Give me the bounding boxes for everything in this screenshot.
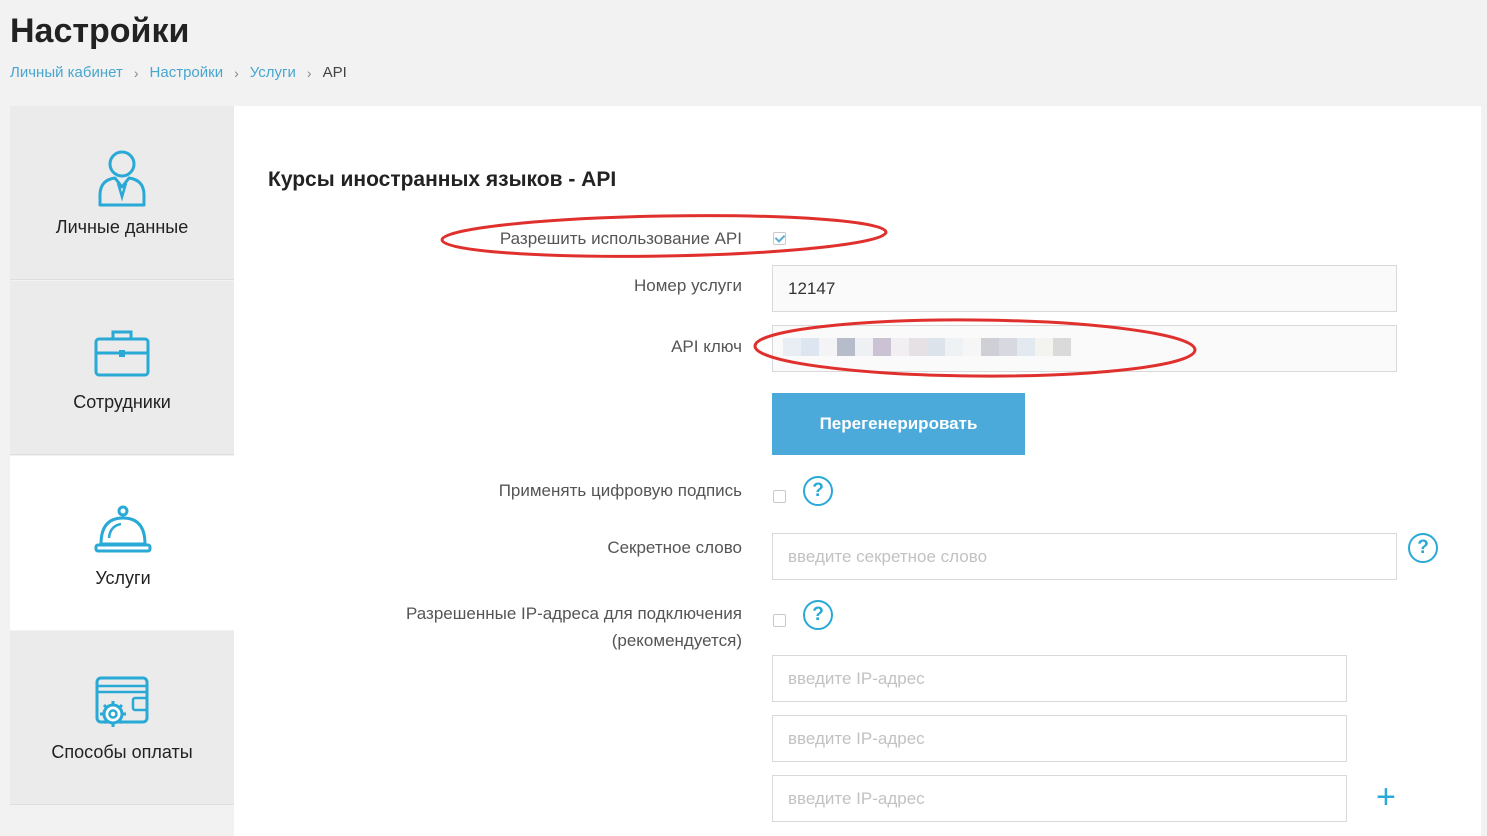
help-icon[interactable]: ?: [803, 600, 833, 630]
page-title: Настройки: [10, 12, 190, 50]
chevron-right-icon: ›: [133, 64, 139, 81]
sidebar-item-label: Личные данные: [55, 217, 189, 237]
wallet-gear-icon: [95, 676, 149, 727]
regenerate-button[interactable]: Перегенерировать: [772, 393, 1025, 455]
breadcrumb-current: API: [322, 64, 347, 81]
service-bell-icon: [94, 505, 152, 552]
breadcrumb-link-services[interactable]: Услуги: [250, 64, 296, 81]
ip-address-input[interactable]: введите IP-адрес: [772, 775, 1347, 822]
sidebar-item-label: Услуги: [95, 567, 151, 588]
sidebar-item-payment-methods[interactable]: Способы оплаты: [10, 631, 234, 805]
settings-panel: Курсы иностранных языков - API Разрешить…: [234, 106, 1481, 836]
help-icon[interactable]: ?: [1408, 533, 1438, 563]
breadcrumb-link-settings[interactable]: Настройки: [150, 64, 224, 81]
breadcrumb-link-cabinet[interactable]: Личный кабинет: [10, 64, 123, 81]
service-number-label: Номер услуги: [634, 276, 742, 295]
section-title: Курсы иностранных языков - API: [268, 168, 617, 191]
sidebar: Личные данные Сотрудники Услуги Способы …: [10, 106, 236, 836]
secret-word-input[interactable]: введите секретное слово: [772, 533, 1397, 580]
sidebar-item-label: Сотрудники: [73, 392, 171, 412]
allowed-ips-checkbox[interactable]: [773, 614, 786, 627]
allowed-ips-label-note: (рекомендуется): [611, 631, 742, 650]
secret-word-label: Секретное слово: [607, 538, 742, 557]
ip-address-input[interactable]: введите IP-адрес: [772, 655, 1347, 702]
help-icon[interactable]: ?: [803, 476, 833, 506]
api-key-label: API ключ: [671, 337, 742, 356]
chevron-right-icon: ›: [234, 64, 239, 81]
ip-address-input[interactable]: введите IP-адрес: [772, 715, 1347, 762]
sidebar-item-services[interactable]: Услуги: [10, 456, 236, 630]
digital-signature-label: Применять цифровую подпись: [498, 481, 742, 500]
sidebar-item-personal-data[interactable]: Личные данные: [10, 106, 234, 280]
add-ip-icon[interactable]: +: [1376, 780, 1396, 814]
allowed-ips-label: Разрешенные IP-адреса для подключения: [406, 604, 742, 623]
briefcase-icon: [94, 330, 150, 377]
api-key-field[interactable]: [772, 325, 1397, 372]
digital-signature-checkbox[interactable]: [773, 490, 786, 503]
sidebar-item-label: Способы оплаты: [51, 742, 193, 762]
allow-api-label: Разрешить использование API: [499, 229, 742, 248]
sidebar-item-employees[interactable]: Сотрудники: [10, 281, 234, 455]
user-icon: [98, 150, 146, 207]
api-key-blurred-value: [783, 338, 1071, 356]
service-number-field[interactable]: 12147: [772, 265, 1397, 312]
breadcrumb: Личный кабинет › Настройки › Услуги › AP…: [10, 64, 347, 81]
chevron-right-icon: ›: [306, 64, 312, 81]
allow-api-checkbox[interactable]: [773, 232, 786, 245]
